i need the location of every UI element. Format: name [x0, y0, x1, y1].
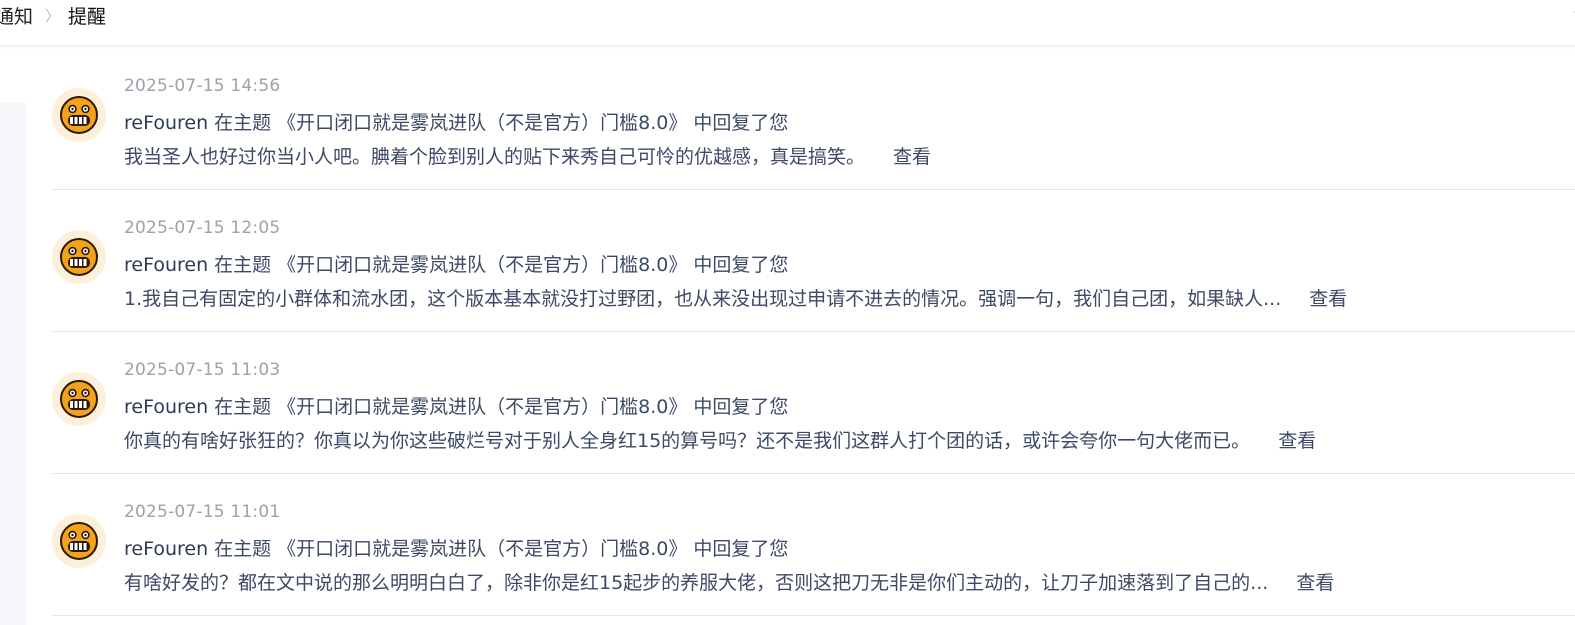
notification-content: 我当圣人也好过你当小人吧。腆着个脸到别人的贴下来秀自己可怜的优越感，真是搞笑。 … [124, 142, 931, 169]
breadcrumb-parent[interactable]: 通知 [0, 2, 33, 29]
view-link[interactable]: 查看 [1278, 426, 1316, 453]
summary-suffix: 中回复了您 [693, 112, 789, 134]
summary-suffix: 中回复了您 [693, 396, 789, 418]
notification-item: 2025-07-15 12:05 reFouren 在主题 《开口闭口就是雾岚进队（… [52, 190, 1575, 332]
notification-summary: reFouren 在主题 《开口闭口就是雾岚进队（不是官方）门槛8.0》 中回复了您 [124, 392, 788, 419]
summary-suffix: 中回复了您 [693, 538, 789, 560]
view-link[interactable]: 查看 [893, 142, 931, 169]
emoji-face-icon [60, 522, 98, 560]
avatar[interactable] [52, 88, 106, 142]
topic-link[interactable]: 《开口闭口就是雾岚进队（不是官方）门槛8.0》 [277, 112, 687, 134]
notification-content: 你真的有啥好张狂的？你真以为你这些破烂号对于别人全身红15的算号吗？还不是我们这… [124, 426, 1316, 453]
notification-item: 2025-07-15 14:56 reFouren 在主题 《开口闭口就是雾岚进队（… [52, 48, 1575, 190]
emoji-face-icon [60, 380, 98, 418]
topic-link[interactable]: 《开口闭口就是雾岚进队（不是官方）门槛8.0》 [277, 538, 687, 560]
username-link[interactable]: reFouren [124, 254, 208, 276]
notification-summary: reFouren 在主题 《开口闭口就是雾岚进队（不是官方）门槛8.0》 中回复了您 [124, 108, 788, 135]
username-link[interactable]: reFouren [124, 538, 208, 560]
topic-link[interactable]: 《开口闭口就是雾岚进队（不是官方）门槛8.0》 [277, 254, 687, 276]
emoji-face-icon [60, 238, 98, 276]
notification-time: 2025-07-15 11:01 [124, 502, 281, 522]
notification-time: 2025-07-15 12:05 [124, 218, 281, 238]
notification-item: 2025-07-15 11:01 reFouren 在主题 《开口闭口就是雾岚进队（… [52, 474, 1575, 616]
summary-prefix: 在主题 [214, 396, 272, 418]
notification-item: 2025-07-15 11:03 reFouren 在主题 《开口闭口就是雾岚进队（… [52, 332, 1575, 474]
reply-excerpt: 我当圣人也好过你当小人吧。腆着个脸到别人的贴下来秀自己可怜的优越感，真是搞笑。 [124, 146, 866, 168]
view-link[interactable]: 查看 [1309, 284, 1347, 311]
avatar[interactable] [52, 230, 106, 284]
collapse-icon[interactable]: 《 [1565, 2, 1575, 26]
reply-excerpt: 有啥好发的？都在文中说的那么明明白白了，除非你是红15起步的养服大佬，否则这把刀… [124, 572, 1269, 594]
topic-link[interactable]: 《开口闭口就是雾岚进队（不是官方）门槛8.0》 [277, 396, 687, 418]
summary-prefix: 在主题 [214, 254, 272, 276]
avatar[interactable] [52, 514, 106, 568]
emoji-face-icon [60, 96, 98, 134]
summary-suffix: 中回复了您 [693, 254, 789, 276]
reply-excerpt: 1.我自己有固定的小群体和流水团，这个版本基本就没打过野团，也从来没出现过申请不… [124, 288, 1282, 310]
notification-time: 2025-07-15 14:56 [124, 76, 281, 96]
notification-summary: reFouren 在主题 《开口闭口就是雾岚进队（不是官方）门槛8.0》 中回复了您 [124, 534, 788, 561]
notification-content: 有啥好发的？都在文中说的那么明明白白了，除非你是红15起步的养服大佬，否则这把刀… [124, 568, 1334, 595]
notification-time: 2025-07-15 11:03 [124, 360, 281, 380]
summary-prefix: 在主题 [214, 112, 272, 134]
notification-content: 1.我自己有固定的小群体和流水团，这个版本基本就没打过野团，也从来没出现过申请不… [124, 284, 1347, 311]
notification-list: 2025-07-15 14:56 reFouren 在主题 《开口闭口就是雾岚进队（… [52, 48, 1575, 616]
breadcrumb-separator-icon: 〉 [45, 6, 61, 25]
top-bar: 通知 〉 提醒 《 [0, 0, 1575, 46]
avatar[interactable] [52, 372, 106, 426]
username-link[interactable]: reFouren [124, 112, 208, 134]
breadcrumb-current: 提醒 [68, 5, 107, 28]
view-link[interactable]: 查看 [1296, 568, 1334, 595]
notification-summary: reFouren 在主题 《开口闭口就是雾岚进队（不是官方）门槛8.0》 中回复了您 [124, 250, 788, 277]
reply-excerpt: 你真的有啥好张狂的？你真以为你这些破烂号对于别人全身红15的算号吗？还不是我们这… [124, 430, 1251, 452]
summary-prefix: 在主题 [214, 538, 272, 560]
breadcrumb: 通知 〉 提醒 [0, 2, 106, 28]
username-link[interactable]: reFouren [124, 396, 208, 418]
side-panel [0, 103, 26, 625]
